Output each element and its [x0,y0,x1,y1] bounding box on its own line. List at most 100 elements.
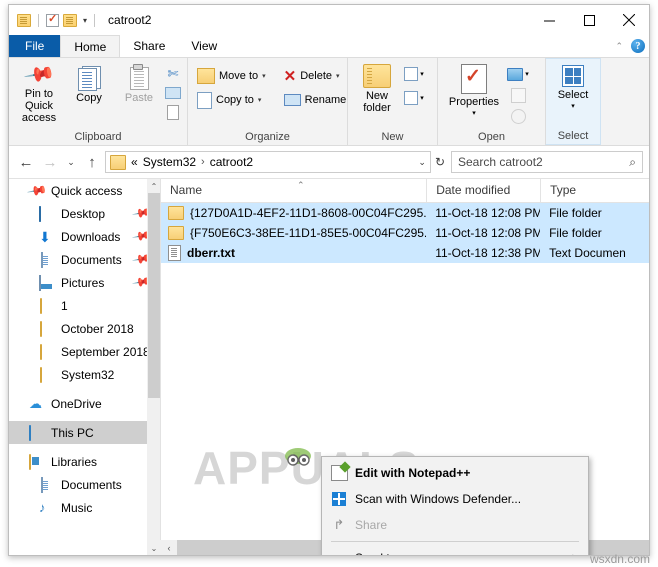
table-row[interactable]: {F750E6C3-38EE-11D1-85E5-00C04FC295... 1… [161,223,649,243]
sidebar-item-pictures[interactable]: Pictures 📌 [9,271,161,294]
move-to-button[interactable]: Move to ▾ [193,65,270,87]
scroll-up-icon[interactable]: ⌃ [147,179,161,193]
sidebar-item-1[interactable]: 1 [9,294,161,317]
copy-to-caret-icon[interactable]: ▾ [258,96,262,104]
sidebar-item-libraries-documents[interactable]: Documents [9,473,161,496]
column-header-name[interactable]: Name [161,179,426,202]
file-type-cell: Text Documen [549,246,626,260]
context-menu: Edit with Notepad++ Scan with Windows De… [321,456,589,555]
new-small-buttons: ▾ ▾ [401,61,427,107]
new-folder-button[interactable]: New folder [353,61,401,114]
properties-label: Properties [448,96,500,108]
copy-path-icon[interactable] [164,84,182,102]
tab-share[interactable]: Share [120,35,179,57]
easy-access-icon[interactable]: ▾ [401,89,427,107]
sidebar-item-libraries-music[interactable]: ♪ Music [9,496,161,519]
select-button[interactable]: Select ▾ [551,62,595,113]
file-name-label: {127D0A1D-4EF2-11D1-8608-00C04FC295... [190,206,427,220]
qat-new-folder-icon[interactable] [63,13,77,27]
sidebar-item-onedrive[interactable]: ☁ OneDrive [9,392,161,415]
copy-to-button[interactable]: Copy to ▾ [193,89,270,111]
scroll-left-button[interactable]: ‹ [161,540,177,555]
sidebar-label-1: 1 [61,298,68,313]
nav-scroll-down-button[interactable]: ⌄ [147,540,161,555]
sidebar-item-september-2018[interactable]: September 2018 [9,340,161,363]
delete-caret-icon[interactable]: ▾ [336,72,340,80]
sidebar-item-desktop[interactable]: Desktop 📌 [9,202,161,225]
forward-button[interactable]: → [39,151,61,173]
menu-item-scan-with-windows-defender[interactable]: Scan with Windows Defender... [322,486,588,512]
ribbon-group-select: Select ▾ Select [545,58,601,145]
chevron-right-icon: › [572,549,576,555]
ribbon-group-label-organize: Organize [245,131,290,143]
sidebar-item-system32[interactable]: System32 [9,363,161,386]
recent-locations-button[interactable]: ⌄ [63,151,79,173]
file-date-cell: 11-Oct-18 12:08 PM [435,226,541,240]
paste-icon [127,64,151,90]
menu-label: Share [355,518,388,532]
navigation-pane-scrollbar[interactable]: ⌃ [147,179,161,555]
sidebar-item-documents[interactable]: Documents 📌 [9,248,161,271]
sidebar-item-downloads[interactable]: ⬇ Downloads 📌 [9,225,161,248]
breadcrumb-overflow[interactable]: « [131,155,138,169]
breadcrumb-dropdown-icon[interactable]: ⌄ [418,157,426,168]
menu-item-send-to[interactable]: Send to › [322,545,588,555]
move-to-label: Move to [219,70,259,82]
breadcrumb[interactable]: « System32 › catroot2 ⌄ [105,151,431,173]
column-header-type[interactable]: Type [540,179,649,202]
collapse-ribbon-icon[interactable]: ⌃ [615,41,623,52]
pin-to-quick-access-button[interactable]: 📌 Pin to Quick access [14,59,64,124]
copy-button[interactable]: Copy [64,61,114,104]
properties-button[interactable]: Properties ▾ [443,61,505,120]
folder-icon [39,320,55,337]
qat-properties-icon[interactable] [46,12,59,27]
refresh-button[interactable]: ↻ [435,155,445,169]
search-icon[interactable]: ⌕ [629,155,636,170]
qat-customize-caret-icon[interactable]: ▾ [83,16,87,25]
search-input[interactable]: Search catroot2 ⌕ [451,151,643,173]
cut-icon[interactable]: ✄ [164,65,182,83]
window-title: catroot2 [108,13,152,27]
minimize-button[interactable] [529,5,569,35]
sidebar-item-this-pc[interactable]: This PC [9,421,161,444]
menu-item-edit-with-notepad-plus-plus[interactable]: Edit with Notepad++ [322,460,588,486]
sidebar-item-libraries[interactable]: Libraries [9,450,161,473]
qat-folder-icon[interactable] [17,13,31,27]
select-label: Select [557,89,589,101]
properties-caret-icon[interactable]: ▾ [472,108,476,120]
paste-button[interactable]: Paste [114,61,164,104]
search-placeholder: Search catroot2 [458,155,543,169]
table-row[interactable]: dberr.txt 11-Oct-18 12:38 PM Text Docume… [161,243,649,263]
file-type-cell: File folder [549,206,602,220]
help-icon[interactable]: ? [631,39,645,53]
sidebar-item-quick-access[interactable]: 📌 Quick access [9,179,161,202]
up-button[interactable]: ↑ [81,151,103,173]
breadcrumb-separator-icon[interactable]: › [201,156,205,168]
organize-col-2: ✕ Delete ▾ Rename [280,61,351,111]
paste-shortcut-icon[interactable] [164,103,182,121]
sidebar-label-desktop: Desktop [61,206,106,221]
open-with-icon[interactable]: ▾ [505,65,531,83]
rename-button[interactable]: Rename [280,89,351,111]
table-row[interactable]: {127D0A1D-4EF2-11D1-8608-00C04FC295... 1… [161,203,649,223]
back-button[interactable]: ← [15,151,37,173]
sidebar-item-october-2018[interactable]: October 2018 [9,317,161,340]
breadcrumb-item-system32[interactable]: System32 [143,155,196,169]
move-to-caret-icon[interactable]: ▾ [262,72,266,80]
new-item-icon[interactable]: ▾ [401,65,427,83]
delete-button[interactable]: ✕ Delete ▾ [280,65,351,87]
column-header-date-modified[interactable]: Date modified [426,179,540,202]
text-file-icon [168,245,181,261]
breadcrumb-item-catroot2[interactable]: catroot2 [210,155,253,169]
tab-view[interactable]: View [178,35,231,57]
scrollbar-thumb[interactable] [148,193,160,398]
select-caret-icon[interactable]: ▾ [571,101,575,113]
close-button[interactable] [609,5,649,35]
this-pc-icon [29,424,45,441]
file-name-label: {F750E6C3-38EE-11D1-85E5-00C04FC295... [190,226,427,240]
qat-separator [38,13,39,27]
tab-home[interactable]: Home [60,35,121,57]
maximize-button[interactable] [569,5,609,35]
tab-file[interactable]: File [9,35,61,57]
file-name-cell: {127D0A1D-4EF2-11D1-8608-00C04FC295... [161,206,426,220]
